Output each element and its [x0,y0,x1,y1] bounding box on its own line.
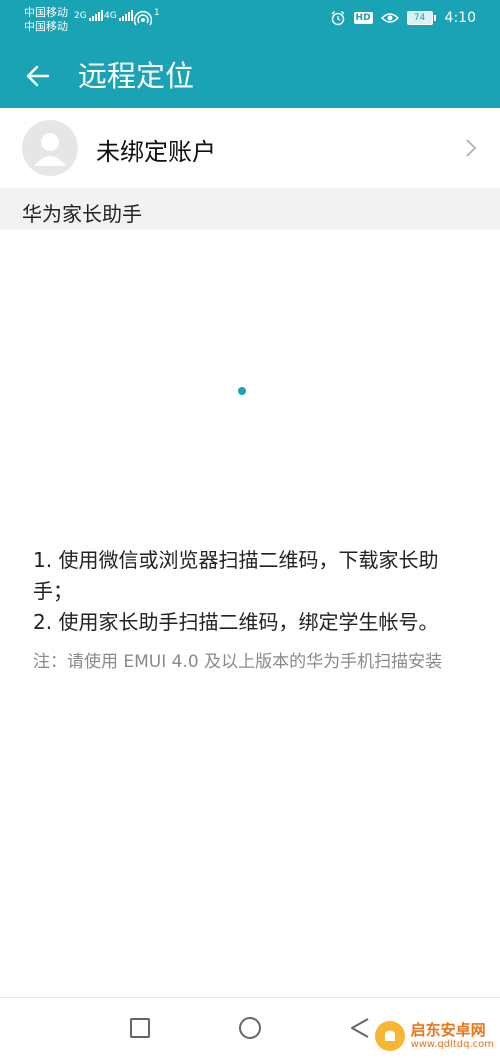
status-bar: 中国移动 中国移动 2G 4G 1 HD 74 4:10 [0,0,500,42]
page-title: 远程定位 [78,59,195,93]
section-header: 华为家长助手 [0,188,500,230]
loading-indicator [238,387,246,395]
watermark-url: www.qdltdq.com [410,1038,494,1050]
net-type-2: 4G [104,11,117,21]
watermark: 启东安卓网 www.qdltdq.com [374,1020,494,1051]
status-right: HD 74 4:10 [330,10,476,26]
arrow-left-icon [26,65,50,87]
watermark-name: 启东安卓网 [410,1020,486,1039]
account-row[interactable]: 未绑定账户 [0,108,500,188]
hotspot-icon [134,10,152,26]
signal-icon [118,10,133,21]
battery-icon: 74 [406,11,436,25]
recents-square-icon[interactable] [128,1016,152,1040]
instruction-note: 注：请使用 EMUI 4.0 及以上版本的华为手机扫描安装 [33,652,443,672]
instruction-step-2: 2. 使用家长助手扫描二维码，绑定学生帐号。 [33,610,439,634]
signal-icon [88,10,103,21]
home-circle-icon[interactable] [238,1016,262,1040]
instruction-step-1: 1. 使用微信或浏览器扫描二维码，下载家长助手； [33,548,439,603]
net-type-1: 2G [74,11,87,21]
user-avatar-icon [22,120,78,176]
back-button[interactable] [18,56,58,96]
hd-icon: HD [353,12,373,24]
account-label: 未绑定账户 [96,138,216,166]
app-bar: 远程定位 [0,42,500,108]
signal-2: 4G [104,10,133,21]
hotspot: 1 [134,8,160,26]
carrier-2: 中国移动 [24,20,68,33]
carrier-labels: 中国移动 中国移动 [24,6,68,34]
alarm-icon [331,11,344,26]
back-triangle-icon[interactable] [348,1016,372,1040]
hotspot-count: 1 [154,8,160,18]
instructions: 1. 使用微信或浏览器扫描二维码，下载家长助手； 2. 使用家长助手扫描二维码，… [33,545,478,676]
carrier-1: 中国移动 [24,6,68,19]
clock: 4:10 [444,10,476,26]
section-title: 华为家长助手 [22,202,142,226]
chevron-right-icon [466,139,477,157]
watermark-logo-icon [374,1021,405,1051]
signal-1: 2G [74,10,103,21]
eye-icon [380,13,399,23]
